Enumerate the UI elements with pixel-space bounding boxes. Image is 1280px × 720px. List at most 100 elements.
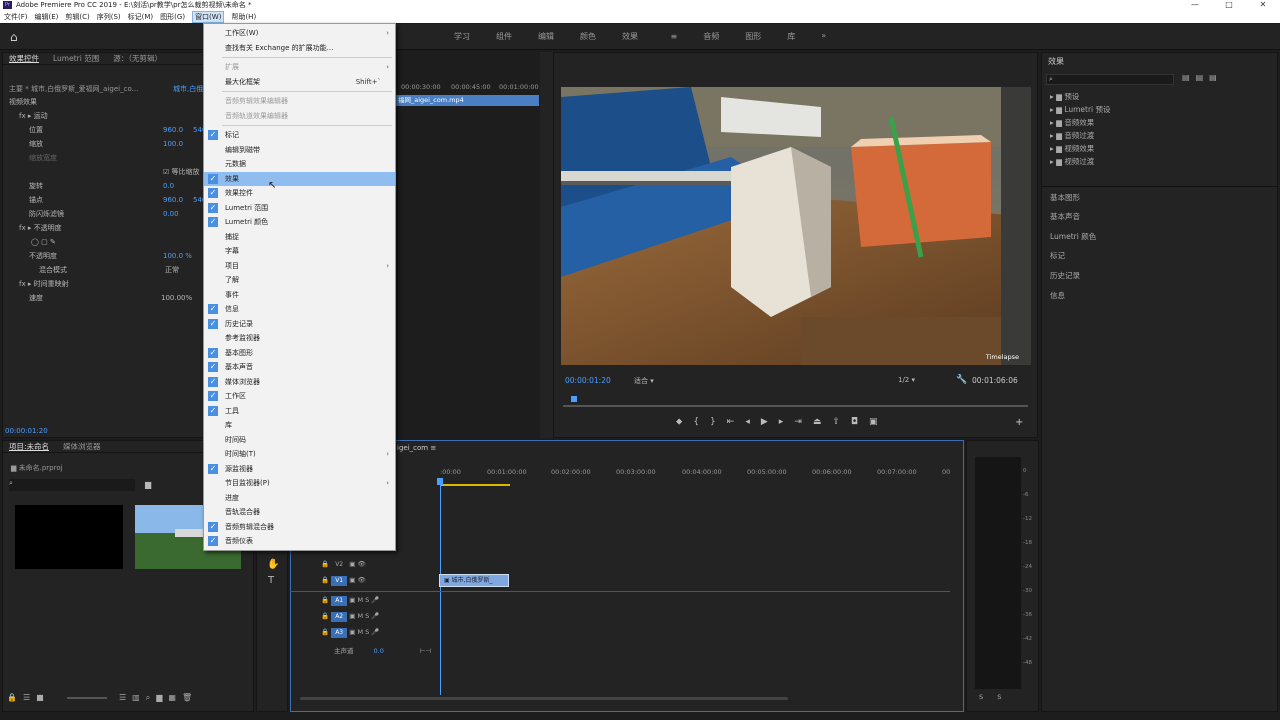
type-tool-icon[interactable]: T — [268, 575, 274, 586]
close-button[interactable]: ✕ — [1246, 0, 1280, 10]
motion-row[interactable]: fx ▸ 运动 — [19, 110, 219, 123]
mark-out-icon[interactable]: } — [710, 417, 727, 427]
window-menu-item[interactable]: 元数据 — [204, 157, 395, 171]
window-menu-item[interactable]: ✓ 基本图形 — [204, 346, 395, 360]
menu-edit[interactable]: 编辑(E) — [35, 12, 59, 22]
home-icon[interactable]: ⌂ — [10, 30, 24, 44]
window-menu-item[interactable]: 捕捉 — [204, 230, 395, 244]
window-menu-item[interactable]: 时间轴(T) › — [204, 447, 395, 461]
v1-label[interactable]: V1 — [331, 576, 348, 586]
a3-label[interactable]: A3 — [331, 628, 348, 638]
opacity-value[interactable]: 100.0 % — [163, 250, 192, 263]
panel-markers[interactable]: 标记 — [1050, 250, 1065, 261]
export-frame-icon[interactable]: ◘ — [851, 417, 869, 427]
black-video-thumbnail[interactable] — [15, 505, 123, 569]
pen-mask-icon[interactable]: ✎ — [50, 238, 56, 246]
a1-label[interactable]: A1 — [331, 596, 348, 606]
effect-controls-timecode[interactable]: 00:00:01:20 — [5, 425, 205, 438]
v2-label[interactable]: V2 — [331, 560, 347, 570]
window-menu-item[interactable]: ✓ 音频剪辑混合器 — [204, 520, 395, 534]
accelerated-filter-icon[interactable]: ▤ — [1182, 73, 1196, 82]
tab-media-browser[interactable]: 媒体浏览器 — [63, 441, 101, 452]
a3-mute[interactable]: M — [357, 628, 363, 636]
a2-solo[interactable]: S — [365, 612, 369, 620]
rect-mask-icon[interactable]: ▢ — [41, 238, 48, 246]
compare-icon[interactable]: ▣ — [869, 417, 889, 427]
timeline-video-clip[interactable]: ▣ 城市,白俄罗斯_ — [439, 574, 509, 587]
find-icon[interactable]: ⌕ — [146, 693, 156, 702]
panel-lumetri-color[interactable]: Lumetri 颜色 — [1050, 231, 1096, 242]
program-timecode[interactable]: 00:00:01:20 — [565, 376, 611, 385]
tab-source[interactable]: 源：（无剪辑） — [113, 53, 162, 64]
fit-select[interactable]: 适合 ▾ — [634, 376, 654, 386]
project-search-input[interactable]: ⌕ — [9, 479, 135, 491]
window-menu-item[interactable]: ✓ 效果 — [204, 171, 395, 186]
window-menu-item[interactable]: ✓ 音频仪表 — [204, 534, 395, 548]
window-menu-item[interactable]: ✓ 历史记录 — [204, 317, 395, 331]
wrench-icon[interactable]: 🔧 — [956, 375, 967, 385]
window-menu-item[interactable]: ✓ 源监视器 — [204, 462, 395, 476]
window-menu-item[interactable]: ✓ 工具 — [204, 404, 395, 418]
hand-tool-icon[interactable]: ✋ — [267, 559, 279, 570]
master-value[interactable]: 0.0 — [374, 647, 384, 655]
list-view-icon[interactable]: ☰ — [23, 693, 36, 702]
time-remap-row[interactable]: fx ▸ 时间重映射 — [19, 278, 219, 291]
program-scrub-bar[interactable] — [563, 405, 1028, 407]
marker-icon[interactable]: ⬥ — [676, 417, 693, 427]
delete-icon[interactable]: 🗑 — [182, 693, 198, 702]
menu-window[interactable]: 窗口(W) — [192, 10, 225, 23]
window-menu-item[interactable]: ✓ 信息 — [204, 302, 395, 316]
window-menu-item[interactable]: ✓ 工作区 — [204, 389, 395, 403]
step-forward-icon[interactable]: ▸ — [779, 417, 795, 427]
add-button-icon[interactable]: + — [1015, 417, 1023, 428]
window-menu-item[interactable]: 了解 — [204, 273, 395, 287]
go-to-out-icon[interactable]: ⇥ — [794, 417, 813, 427]
new-item-icon[interactable]: ▦ — [168, 693, 182, 702]
automate-icon[interactable]: ▥ — [132, 693, 146, 702]
window-menu-item[interactable]: 音轨混合器 — [204, 505, 395, 519]
window-menu-item[interactable]: ✓ 效果控件 — [204, 186, 395, 200]
a3-solo[interactable]: S — [365, 628, 369, 636]
window-menu-item[interactable]: ✓ Lumetri 范围 — [204, 201, 395, 215]
menu-marker[interactable]: 标记(M) — [128, 12, 154, 22]
effects-tree-presets[interactable]: ▸ ▆ 预设 — [1050, 91, 1079, 102]
window-menu-item[interactable]: 查找有关 Exchange 的扩展功能... — [204, 41, 395, 55]
window-menu-item[interactable]: 字幕 — [204, 244, 395, 258]
panel-essential-graphics[interactable]: 基本图形 — [1050, 192, 1080, 203]
effects-tree-audio-transitions[interactable]: ▸ ▆ 音频过渡 — [1050, 130, 1094, 141]
opacity-row[interactable]: fx ▸ 不透明度 — [19, 222, 219, 235]
quality-select[interactable]: 1/2 ▾ — [898, 376, 915, 384]
panel-info[interactable]: 信息 — [1050, 290, 1065, 301]
menu-clip[interactable]: 剪辑(C) — [65, 12, 89, 22]
panel-history[interactable]: 历史记录 — [1050, 270, 1080, 281]
workspace-menu-icon[interactable]: ≡ — [671, 32, 678, 41]
timeline-playhead-handle[interactable] — [437, 478, 443, 485]
menu-graphics[interactable]: 图形(G) — [160, 12, 185, 22]
zoom-slider[interactable] — [67, 697, 107, 699]
scale-value[interactable]: 100.0 — [163, 138, 183, 151]
panel-essential-sound[interactable]: 基本声音 — [1050, 211, 1080, 222]
workspace-effects[interactable]: 效果 ≡ — [622, 31, 677, 42]
position-x[interactable]: 960.0 — [163, 124, 183, 137]
window-menu-item[interactable]: 进度 — [204, 491, 395, 505]
menu-sequence[interactable]: 序列(S) — [97, 12, 121, 22]
master-end-icon[interactable]: ⊢⊣ — [420, 647, 431, 655]
effects-tree-video-transitions[interactable]: ▸ ▆ 视频过渡 — [1050, 156, 1094, 167]
effects-tree-audio-effects[interactable]: ▸ ▆ 音频效果 — [1050, 117, 1094, 128]
flicker-value[interactable]: 0.00 — [163, 208, 179, 221]
menu-file[interactable]: 文件(F) — [4, 12, 28, 22]
yuv-filter-icon[interactable]: ▤ — [1209, 73, 1223, 82]
icon-view-icon[interactable]: ■ — [36, 693, 50, 702]
workspace-libraries[interactable]: 库 — [787, 31, 795, 42]
ellipse-mask-icon[interactable]: ◯ — [31, 238, 39, 246]
window-menu-item[interactable]: ✓ 基本声音 — [204, 360, 395, 374]
workspace-color[interactable]: 颜色 — [580, 31, 596, 42]
menu-help[interactable]: 帮助(H) — [231, 12, 256, 22]
window-menu-item[interactable]: ✓ 标记 — [204, 128, 395, 142]
new-bin-icon[interactable]: ▆ — [145, 480, 151, 489]
new-bin-bottom-icon[interactable]: ▆ — [156, 693, 168, 702]
effects-search-input[interactable]: ⌕ — [1046, 74, 1174, 85]
extract-icon[interactable]: ⇪ — [832, 417, 851, 427]
anchor-x[interactable]: 960.0 — [163, 194, 183, 207]
rotation-value[interactable]: 0.0 — [163, 180, 174, 193]
